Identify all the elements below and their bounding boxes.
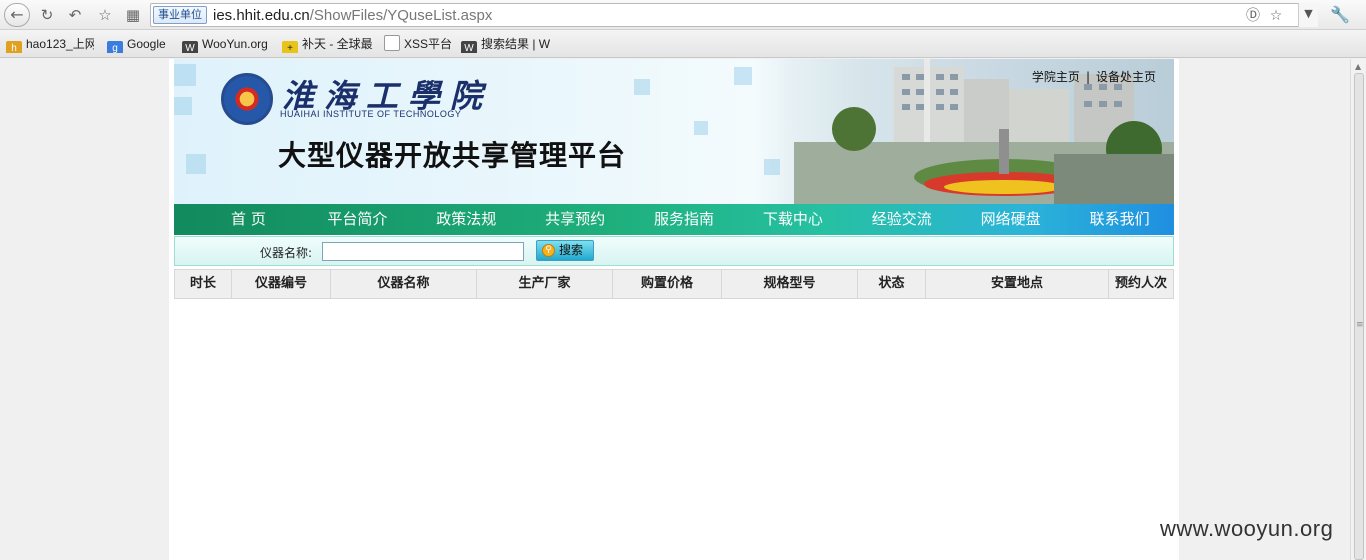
address-bar[interactable]: 事业单位 ies.hhit.edu.cn/ShowFiles/YQuseList… — [150, 3, 1318, 27]
vertical-scrollbar[interactable]: ▲ ≡ — [1350, 59, 1366, 560]
page-icon — [384, 35, 400, 51]
search-button[interactable]: ⚲ 搜索 — [536, 240, 594, 261]
instrument-name-label: 仪器名称: — [260, 246, 313, 260]
chevron-down-icon[interactable]: ▼ — [1298, 3, 1318, 27]
url-text[interactable]: ies.hhit.edu.cn/ShowFiles/YQuseList.aspx — [213, 7, 492, 24]
bookmark-star-icon[interactable]: ☆ — [1267, 7, 1285, 25]
wooyun-icon: W — [182, 41, 198, 53]
bookmark-search[interactable]: W 搜索结果 | W — [461, 35, 551, 53]
column-header[interactable]: 预约人次 — [1109, 270, 1173, 298]
bookmark-butian[interactable]: + 补天 - 全球最 — [282, 35, 374, 53]
nav-item-download[interactable]: 下载中心 — [738, 204, 847, 235]
reload-icon[interactable]: ↻ — [36, 5, 58, 25]
nav-item-booking[interactable]: 共享预约 — [521, 204, 630, 235]
link-separator: | — [1085, 70, 1090, 84]
nav-item-contact[interactable]: 联系我们 — [1065, 204, 1174, 235]
bookmark-label: WooYun.org — [202, 37, 268, 51]
nav-item-netdisk[interactable]: 网络硬盘 — [956, 204, 1065, 235]
url-host: ies.hhit.edu.cn — [213, 7, 310, 24]
bookmark-label: Google — [127, 37, 166, 51]
search-icon: ⚲ — [542, 244, 555, 257]
ie-icon[interactable]: Ⓓ — [1244, 7, 1262, 25]
google-icon: g — [107, 41, 123, 53]
search-bar: 仪器名称: ⚲ 搜索 — [174, 236, 1174, 266]
nav-item-home[interactable]: 首 页 — [194, 204, 303, 235]
column-header[interactable]: 安置地点 — [926, 270, 1109, 298]
url-path: /ShowFiles/YQuseList.aspx — [309, 7, 493, 24]
wrench-icon[interactable]: 🔧 — [1330, 5, 1350, 24]
viewport: 淮海工學院 HUAIHAI INSTITUTE OF TECHNOLOGY 大型… — [0, 59, 1366, 560]
nav-item-guide[interactable]: 服务指南 — [630, 204, 739, 235]
search-button-label: 搜索 — [559, 243, 584, 257]
bookmark-hao123[interactable]: h hao123_上网 — [6, 35, 94, 53]
watermark: www.wooyun.org — [1160, 516, 1334, 541]
scroll-thumb[interactable]: ≡ — [1354, 73, 1364, 560]
column-header[interactable]: 生产厂家 — [477, 270, 613, 298]
bookmarks-bar: h hao123_上网 g Google W WooYun.org + 补天 - 全球最… — [0, 30, 1366, 58]
bookmark-xss[interactable]: XSS平台 — [384, 35, 452, 53]
bookmark-label: 补天 - 全球最 — [302, 37, 373, 51]
wooyun-icon: W — [461, 41, 477, 53]
browser-toolbar: ← ↻ ↶ ☆ ▦ 事业单位 ies.hhit.edu.cn/ShowFiles… — [0, 0, 1366, 30]
column-header[interactable]: 仪器名称 — [331, 270, 477, 298]
star-icon[interactable]: ☆ — [94, 5, 116, 25]
main-nav: 首 页 平台简介 政策法规 共享预约 服务指南 下载中心 经验交流 网络硬盘 联… — [174, 204, 1174, 235]
college-home-link[interactable]: 学院主页 — [1032, 70, 1080, 84]
column-header[interactable]: 状态 — [858, 270, 926, 298]
instrument-name-input[interactable] — [322, 242, 524, 261]
column-header[interactable]: 规格型号 — [722, 270, 858, 298]
column-header[interactable]: 时长 — [175, 270, 232, 298]
grid-icon[interactable]: ▦ — [122, 5, 144, 25]
bookmark-wooyun[interactable]: W WooYun.org — [182, 35, 270, 53]
site-title: 大型仪器开放共享管理平台 — [278, 139, 627, 172]
cert-badge[interactable]: 事业单位 — [153, 6, 207, 24]
butian-icon: + — [282, 41, 298, 53]
instrument-table-header: 时长 仪器编号 仪器名称 生产厂家 购置价格 规格型号 状态 安置地点 预约人次 — [174, 269, 1174, 299]
bookmark-google[interactable]: g Google — [107, 35, 177, 53]
column-header[interactable]: 购置价格 — [613, 270, 722, 298]
column-header[interactable]: 仪器编号 — [232, 270, 331, 298]
nav-item-policy[interactable]: 政策法规 — [412, 204, 521, 235]
nav-item-intro[interactable]: 平台简介 — [303, 204, 412, 235]
bookmark-label: hao123_上网 — [26, 37, 94, 51]
hao123-icon: h — [6, 41, 22, 53]
bookmark-label: 搜索结果 | W — [481, 37, 551, 51]
scroll-up-icon[interactable]: ▲ — [1355, 62, 1361, 71]
page: 淮海工學院 HUAIHAI INSTITUTE OF TECHNOLOGY 大型… — [169, 59, 1179, 560]
back-icon[interactable]: ← — [4, 3, 30, 27]
college-logo — [221, 73, 273, 125]
top-links: 学院主页 | 设备处主页 — [1032, 68, 1156, 85]
grip-icon: ≡ — [1356, 320, 1364, 330]
header-banner: 淮海工學院 HUAIHAI INSTITUTE OF TECHNOLOGY 大型… — [174, 59, 1174, 204]
equipment-home-link[interactable]: 设备处主页 — [1096, 70, 1156, 84]
logo-english-name: HUAIHAI INSTITUTE OF TECHNOLOGY — [280, 109, 462, 119]
nav-item-experience[interactable]: 经验交流 — [847, 204, 956, 235]
undo-icon[interactable]: ↶ — [64, 5, 86, 25]
bookmark-label: XSS平台 — [404, 37, 452, 51]
